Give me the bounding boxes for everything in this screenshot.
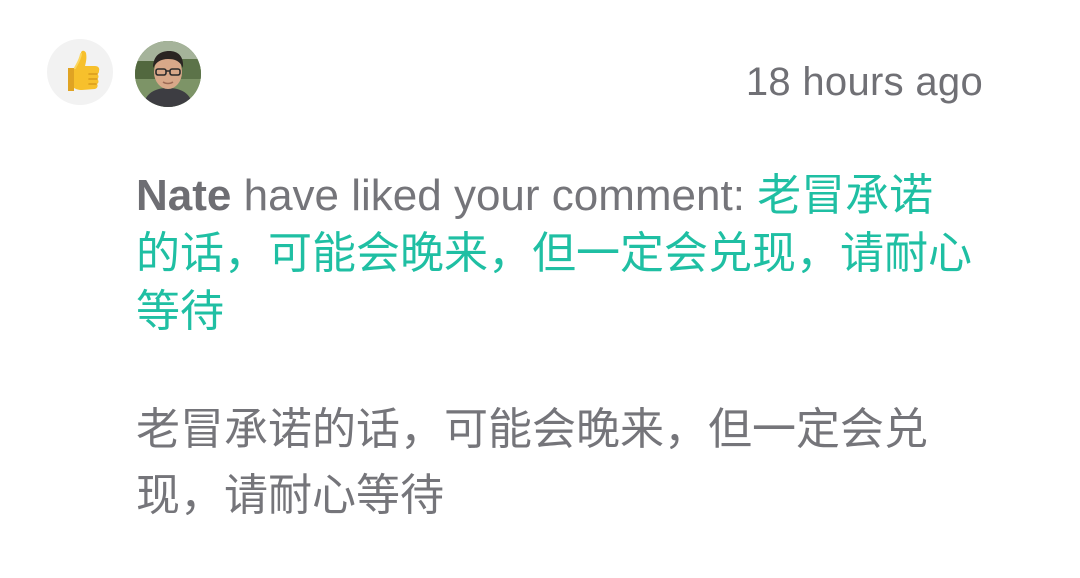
notification-message: Nate have liked your comment: 老冒承诺的话，可能会… xyxy=(136,167,976,341)
action-text: have liked your comment: xyxy=(231,171,758,220)
like-notification[interactable]: 18 hours ago Nate have liked your commen… xyxy=(0,0,1080,578)
thumbs-up-icon xyxy=(58,49,102,95)
actor-name[interactable]: Nate xyxy=(136,171,231,220)
like-badge xyxy=(47,39,113,105)
avatar[interactable] xyxy=(135,41,201,107)
comment-body: 老冒承诺的话，可能会晚来，但一定会兑现，请耐心等待 xyxy=(136,405,928,520)
timestamp: 18 hours ago xyxy=(745,60,983,104)
